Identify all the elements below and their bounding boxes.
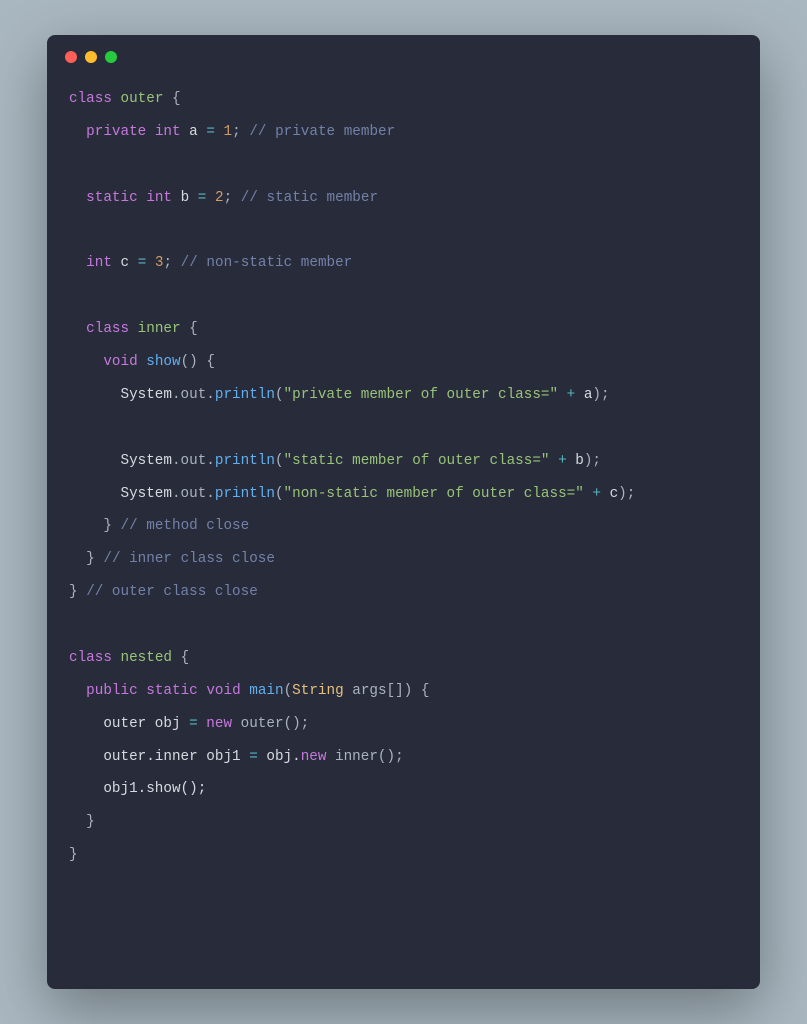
keyword-class: class xyxy=(86,321,129,337)
num-2: 2 xyxy=(215,190,224,206)
close-icon[interactable] xyxy=(65,51,77,63)
paren: ( xyxy=(275,453,284,469)
semi: ; xyxy=(232,124,241,140)
keyword-private: private xyxy=(86,124,146,140)
decl: outer.inner obj1 xyxy=(103,749,249,765)
keyword-class: class xyxy=(69,650,112,666)
sys: System xyxy=(120,486,171,502)
brace: } xyxy=(86,551,95,567)
string-literal: "non-static member of outer class=" xyxy=(284,486,584,502)
println: println xyxy=(215,387,275,403)
call: obj1.show(); xyxy=(103,781,206,797)
keyword-static: static xyxy=(146,683,197,699)
semi: ; xyxy=(224,190,233,206)
type-int: int xyxy=(155,124,181,140)
keyword-new: new xyxy=(198,716,232,732)
paren: ( xyxy=(275,486,284,502)
var-c: c xyxy=(610,486,619,502)
keyword-static: static xyxy=(86,190,137,206)
var-b: b xyxy=(181,190,190,206)
comment: // non-static member xyxy=(181,255,353,271)
type-int: int xyxy=(86,255,112,271)
println: println xyxy=(215,486,275,502)
method-show: show xyxy=(146,354,180,370)
sys: System xyxy=(120,387,171,403)
code-window: class outer { private int a = 1; // priv… xyxy=(47,35,760,989)
var-b: b xyxy=(575,453,584,469)
class-name-outer: outer xyxy=(121,91,164,107)
type-void: void xyxy=(103,354,137,370)
comment: // private member xyxy=(249,124,395,140)
type-string: String xyxy=(292,683,343,699)
op-eq: = xyxy=(249,749,258,765)
obj-dot: obj. xyxy=(258,749,301,765)
string-literal: "private member of outer class=" xyxy=(284,387,559,403)
dot: .out. xyxy=(172,387,215,403)
op-plus: + xyxy=(584,486,610,502)
string-literal: "static member of outer class=" xyxy=(284,453,550,469)
brace: } xyxy=(69,847,78,863)
paren: ( xyxy=(275,387,284,403)
comment: // method close xyxy=(121,518,250,534)
keyword-public: public xyxy=(86,683,137,699)
op-plus: + xyxy=(558,387,584,403)
paren: () { xyxy=(181,354,215,370)
comment: // static member xyxy=(241,190,378,206)
var-c: c xyxy=(121,255,130,271)
call: outer(); xyxy=(232,716,309,732)
semi: ; xyxy=(163,255,172,271)
window-titlebar xyxy=(47,35,760,69)
method-main: main xyxy=(249,683,283,699)
minimize-icon[interactable] xyxy=(85,51,97,63)
type-int: int xyxy=(146,190,172,206)
close: ); xyxy=(618,486,635,502)
comment: // inner class close xyxy=(103,551,275,567)
code-block: class outer { private int a = 1; // priv… xyxy=(47,69,760,894)
decl: outer obj xyxy=(103,716,189,732)
class-name-nested: nested xyxy=(121,650,172,666)
op-eq: = xyxy=(198,190,207,206)
op-eq: = xyxy=(138,255,147,271)
comment: // outer class close xyxy=(86,584,258,600)
sys: System xyxy=(120,453,171,469)
brace: } xyxy=(103,518,112,534)
call: inner(); xyxy=(326,749,403,765)
op-eq: = xyxy=(206,124,215,140)
close: ); xyxy=(584,453,601,469)
type-void: void xyxy=(206,683,240,699)
dot: .out. xyxy=(172,486,215,502)
brace: { xyxy=(172,650,189,666)
brace: { xyxy=(181,321,198,337)
brace: } xyxy=(86,814,95,830)
op-plus: + xyxy=(550,453,576,469)
keyword-new: new xyxy=(301,749,327,765)
var-a: a xyxy=(189,124,198,140)
maximize-icon[interactable] xyxy=(105,51,117,63)
brace: } xyxy=(69,584,78,600)
keyword-class: class xyxy=(69,91,112,107)
brace: { xyxy=(163,91,180,107)
paren: ( xyxy=(284,683,293,699)
close: ); xyxy=(592,387,609,403)
println: println xyxy=(215,453,275,469)
num-1: 1 xyxy=(224,124,233,140)
dot: .out. xyxy=(172,453,215,469)
args: args[]) { xyxy=(344,683,430,699)
op-eq: = xyxy=(189,716,198,732)
class-name-inner: inner xyxy=(138,321,181,337)
